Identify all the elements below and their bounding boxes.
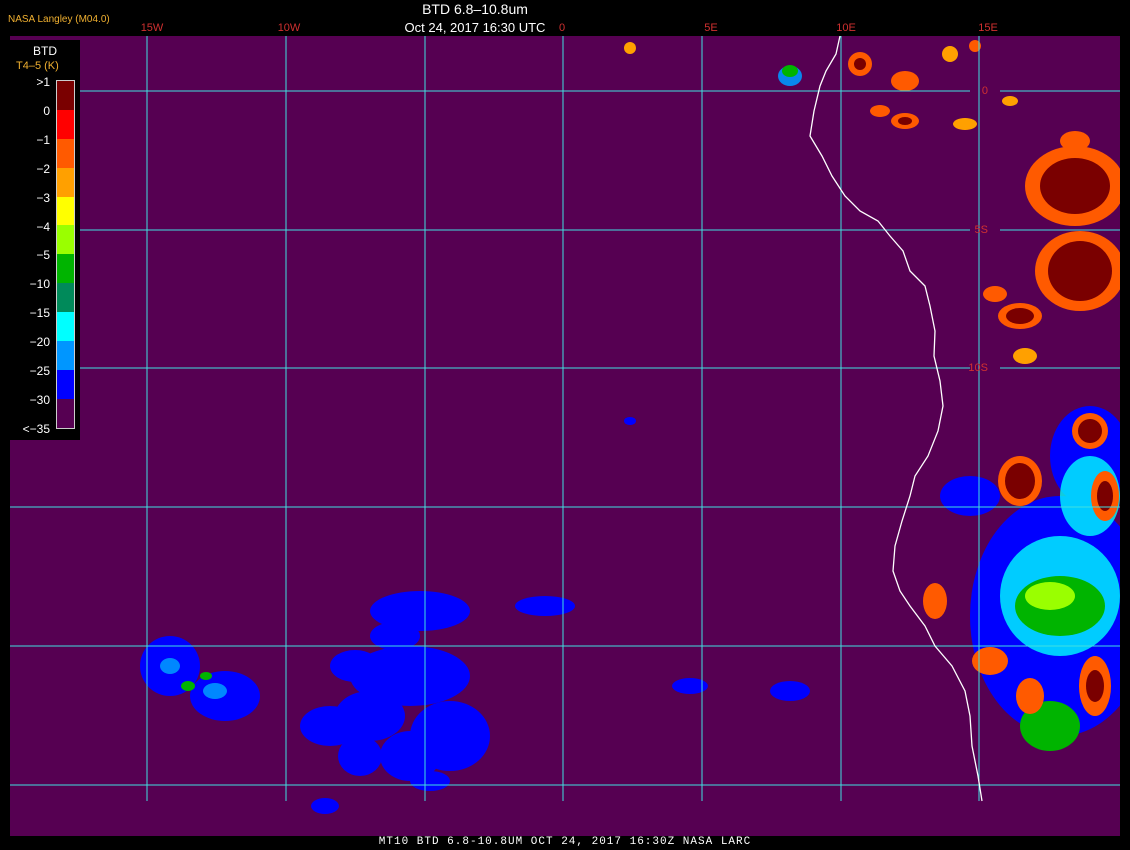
coastline (809, 36, 983, 802)
header-bar: NASA Langley (M04.0) BTD 6.8–10.8um Oct … (0, 0, 1130, 36)
legend-label: −2 (36, 161, 50, 176)
legend-label: −30 (29, 392, 50, 407)
lon-label-15w: 15W (140, 22, 164, 34)
legend-label: −4 (36, 219, 50, 234)
lon-label-5e: 5E (704, 22, 718, 34)
legend-label: >1 (36, 75, 50, 89)
cloud-field (140, 40, 1120, 814)
legend-color-bar (56, 80, 75, 429)
legend-subtitle: T4–5 (K) (16, 60, 59, 72)
color-legend: BTD T4–5 (K) >1 0 −1 −2 −3 −4 −5 −10 −15 −20 −25 −3… (10, 40, 80, 440)
legend-label: −25 (29, 364, 50, 378)
lon-label-10e: 10E (836, 22, 856, 34)
legend-label: −20 (29, 335, 50, 350)
legend-swatch (57, 81, 74, 110)
legend-swatch (57, 167, 74, 197)
legend-label: <−35 (22, 421, 50, 436)
legend-swatch (57, 398, 74, 428)
lat-label-0: 0 (981, 85, 988, 97)
product-title: BTD 6.8–10.8um (422, 1, 528, 17)
lat-label-10s: 10S (968, 362, 988, 374)
legend-label: −3 (36, 190, 50, 205)
legend-swatch (57, 312, 74, 342)
footer-caption: MT10 BTD 6.8-10.8UM OCT 24, 2017 16:30Z … (378, 836, 752, 848)
legend-swatch (57, 225, 74, 255)
lon-label-0: 0 (558, 22, 566, 34)
lon-label-15e: 15E (978, 22, 998, 34)
legend-title: BTD (33, 44, 57, 58)
legend-label: −1 (36, 132, 50, 147)
legend-label: −5 (36, 248, 50, 263)
footer-bar: MT10 BTD 6.8-10.8UM OCT 24, 2017 16:30Z … (0, 836, 1130, 850)
lat-label-5s: 5S (974, 224, 988, 236)
legend-swatch (57, 138, 74, 168)
legend-label: −15 (29, 306, 50, 321)
legend-swatch (57, 283, 74, 313)
legend-label: −10 (29, 277, 50, 292)
map-canvas (10, 36, 1120, 814)
lon-label-10w: 10W (277, 22, 301, 34)
legend-swatch (57, 254, 74, 284)
legend-swatch (57, 341, 74, 370)
legend-label: 0 (43, 103, 50, 118)
legend-swatch (57, 109, 74, 139)
legend-swatch (57, 196, 74, 226)
legend-swatch (57, 369, 74, 399)
satellite-map[interactable] (10, 36, 1120, 836)
